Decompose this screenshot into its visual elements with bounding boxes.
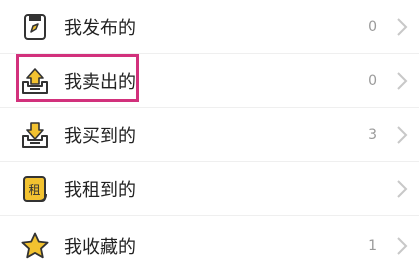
menu-item-count: 0 bbox=[368, 19, 377, 35]
chevron-right-icon bbox=[395, 179, 409, 199]
menu-item-label: 我卖出的 bbox=[64, 72, 136, 93]
menu-item-published[interactable]: 我发布的 0 bbox=[0, 0, 419, 54]
menu-item-count: 0 bbox=[368, 73, 377, 89]
star-icon bbox=[20, 231, 50, 261]
menu-item-rented[interactable]: 租 我租到的 bbox=[0, 162, 419, 216]
svg-text:租: 租 bbox=[28, 183, 40, 197]
chevron-right-icon bbox=[395, 71, 409, 91]
menu-item-label: 我租到的 bbox=[64, 180, 136, 201]
menu-item-count: 3 bbox=[368, 127, 377, 143]
bought-inbox-icon bbox=[20, 120, 50, 150]
rent-tag-icon: 租 bbox=[20, 174, 50, 204]
menu-item-sold[interactable]: 我卖出的 0 bbox=[0, 54, 419, 108]
menu-item-label: 我买到的 bbox=[64, 126, 136, 147]
menu-item-count: 1 bbox=[368, 238, 377, 254]
menu-item-label: 我收藏的 bbox=[64, 237, 136, 258]
menu-item-bought[interactable]: 我买到的 3 bbox=[0, 108, 419, 162]
my-activity-menu: 我发布的 0 我卖出的 0 我买到的 3 租 我租到的 我收藏的 1 bbox=[0, 0, 419, 276]
chevron-right-icon bbox=[395, 236, 409, 256]
menu-item-label: 我发布的 bbox=[64, 18, 136, 39]
chevron-right-icon bbox=[395, 125, 409, 145]
published-document-icon bbox=[20, 12, 50, 42]
chevron-right-icon bbox=[395, 17, 409, 37]
sold-outbox-icon bbox=[20, 66, 50, 96]
menu-item-favorites[interactable]: 我收藏的 1 bbox=[0, 216, 419, 276]
